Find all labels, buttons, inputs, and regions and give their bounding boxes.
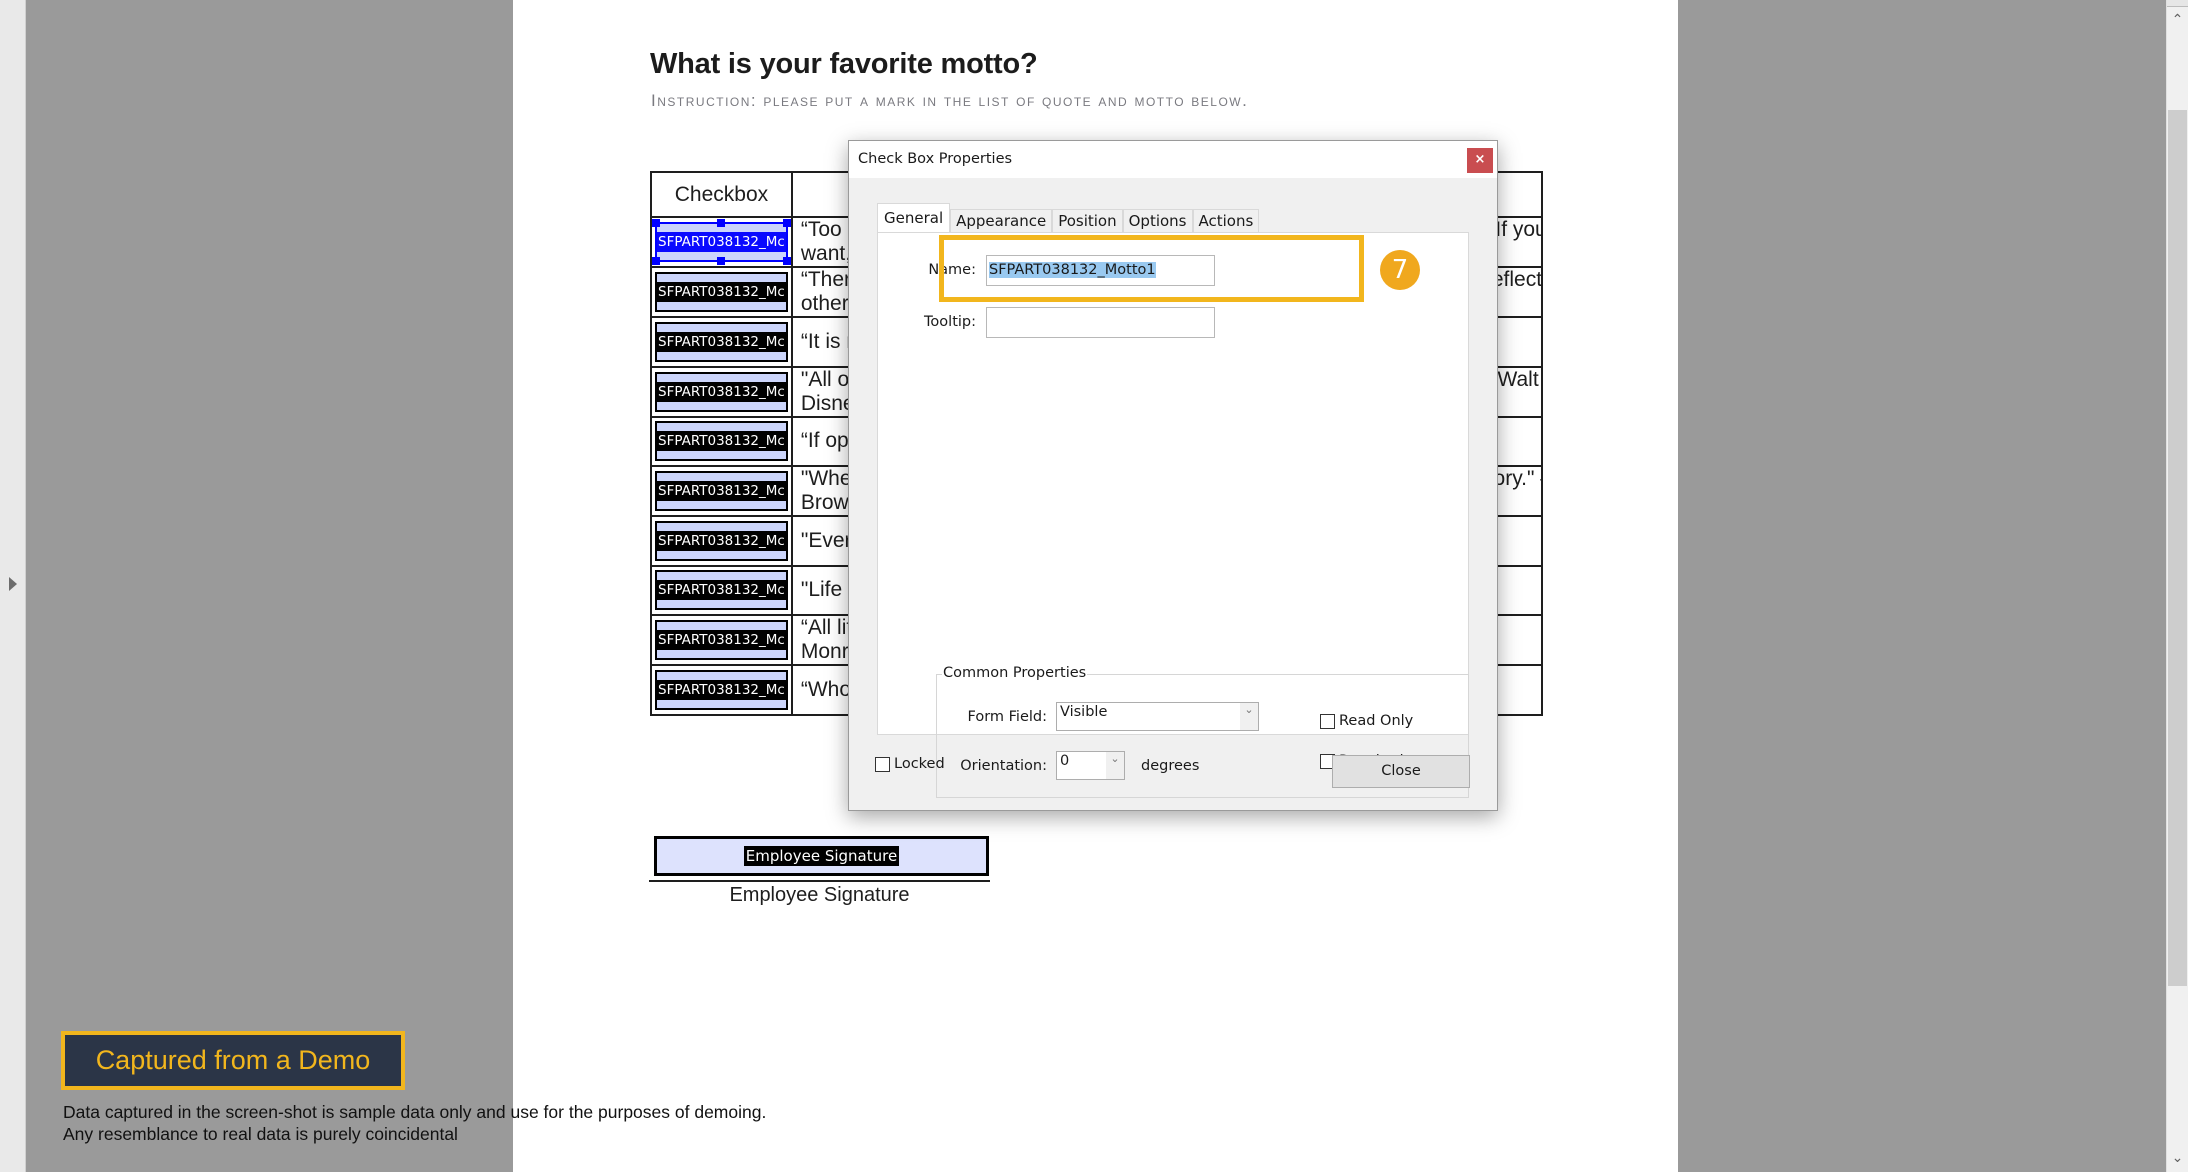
page-heading: What is your favorite motto? bbox=[650, 48, 1038, 80]
header-checkbox: Checkbox bbox=[650, 171, 793, 218]
close-icon[interactable]: × bbox=[1467, 148, 1493, 173]
tab-actions[interactable]: Actions bbox=[1192, 209, 1260, 233]
checkbox-form-field[interactable]: SFPART038132_Mc bbox=[655, 520, 788, 561]
disclaimer-line-1: Data captured in the screen-shot is samp… bbox=[63, 1102, 767, 1122]
form-field-value: Visible bbox=[1060, 704, 1108, 720]
form-field-select[interactable]: Visible ⌄ bbox=[1056, 702, 1259, 731]
tab-position[interactable]: Position bbox=[1052, 209, 1123, 233]
step-highlight-box bbox=[939, 235, 1364, 302]
checkbox-form-field[interactable]: SFPART038132_Mc bbox=[655, 471, 788, 511]
demo-disclaimer: Data captured in the screen-shot is samp… bbox=[63, 1101, 766, 1145]
scrollbar-cap bbox=[2167, 0, 2188, 7]
general-tab-panel: Name: SFPART038132_Motto1 Tooltip: Commo… bbox=[877, 232, 1469, 798]
signature-field-label: Employee Signature bbox=[743, 846, 900, 866]
left-panel-strip bbox=[0, 0, 26, 1172]
chevron-down-icon[interactable]: ⌄ bbox=[2167, 1146, 2188, 1168]
resize-handle[interactable] bbox=[782, 257, 791, 265]
dialog-title: Check Box Properties bbox=[858, 151, 1013, 167]
chevron-down-icon: ⌄ bbox=[1106, 752, 1124, 779]
checkbox-form-field[interactable]: SFPART038132_Mc bbox=[655, 421, 788, 462]
locked-label: Locked bbox=[894, 756, 945, 772]
resize-handle[interactable] bbox=[782, 219, 791, 227]
resize-handle[interactable] bbox=[717, 219, 726, 227]
signature-caption: Employee Signature bbox=[729, 884, 910, 906]
dialog-titlebar[interactable]: Check Box Properties × bbox=[849, 141, 1497, 178]
checkbox-cell: SFPART038132_Mc bbox=[650, 515, 793, 567]
resize-handle[interactable] bbox=[717, 257, 726, 265]
resize-handle[interactable] bbox=[652, 219, 660, 227]
checkbox-form-field[interactable]: SFPART038132_Mc bbox=[655, 321, 788, 362]
form-field-name: SFPART038132_Mc bbox=[657, 679, 786, 700]
orientation-label: Orientation: bbox=[960, 758, 1047, 774]
step-number-badge: 7 bbox=[1380, 250, 1420, 290]
checkbox-cell: SFPART038132_Mc bbox=[650, 266, 793, 318]
checkbox-cell: SFPART038132_Mc bbox=[650, 465, 793, 517]
checkbox-cell: SFPART038132_Mc bbox=[650, 316, 793, 368]
checkbox-form-field[interactable]: SFPART038132_Mc bbox=[652, 219, 791, 265]
orientation-value: 0 bbox=[1060, 753, 1070, 769]
read-only-checkbox[interactable]: Read Only bbox=[1320, 713, 1413, 729]
checkbox-form-field[interactable]: SFPART038132_Mc bbox=[655, 669, 788, 710]
orientation-select[interactable]: 0 ⌄ bbox=[1056, 751, 1125, 780]
form-field-name: SFPART038132_Mc bbox=[657, 431, 786, 452]
vertical-scrollbar[interactable]: ⌃ ⌄ bbox=[2166, 0, 2188, 1172]
checkbox-form-field[interactable]: SFPART038132_Mc bbox=[655, 272, 788, 312]
employee-signature-field[interactable]: Employee Signature bbox=[654, 836, 989, 876]
signature-line bbox=[649, 880, 990, 882]
checkbox-cell: SFPART038132_Mc bbox=[650, 614, 793, 666]
checkbox-form-field[interactable]: SFPART038132_Mc bbox=[655, 371, 788, 412]
common-properties-title: Common Properties bbox=[942, 665, 1088, 681]
chevron-up-icon[interactable]: ⌃ bbox=[2167, 8, 2188, 30]
form-field-name: SFPART038132_Mc bbox=[657, 282, 786, 302]
close-button[interactable]: Close bbox=[1332, 755, 1470, 788]
disclaimer-line-2: Any resemblance to real data is purely c… bbox=[63, 1124, 458, 1144]
form-field-name: SFPART038132_Mc bbox=[657, 232, 786, 252]
checkbox-form-field[interactable]: SFPART038132_Mc bbox=[655, 570, 788, 611]
form-field-name: SFPART038132_Mc bbox=[657, 381, 786, 402]
checkbox-cell: SFPART038132_Mc bbox=[650, 365, 793, 418]
locked-checkbox[interactable]: Locked bbox=[875, 756, 945, 772]
form-field-name: SFPART038132_Mc bbox=[657, 481, 786, 501]
dialog-tabs: General Appearance Position Options Acti… bbox=[877, 203, 1260, 233]
tab-options[interactable]: Options bbox=[1122, 209, 1193, 233]
tooltip-input[interactable] bbox=[986, 307, 1215, 338]
form-field-name: SFPART038132_Mc bbox=[657, 530, 786, 551]
form-field-name: SFPART038132_Mc bbox=[657, 630, 786, 650]
form-field-label: Form Field: bbox=[967, 709, 1048, 725]
checkbox-cell: SFPART038132_Mc bbox=[650, 216, 793, 268]
captured-from-demo-badge: Captured from a Demo bbox=[61, 1031, 405, 1090]
chevron-down-icon: ⌄ bbox=[1240, 703, 1258, 730]
degrees-label: degrees bbox=[1141, 758, 1200, 774]
checkbox-form-field[interactable]: SFPART038132_Mc bbox=[655, 620, 788, 660]
form-field-name: SFPART038132_Mc bbox=[657, 331, 786, 352]
read-only-label: Read Only bbox=[1339, 713, 1414, 729]
tab-general[interactable]: General bbox=[877, 203, 951, 233]
locked-box[interactable] bbox=[875, 756, 890, 772]
page-instruction: Instruction: please put a mark in the li… bbox=[651, 91, 1249, 110]
form-field-name: SFPART038132_Mc bbox=[657, 580, 786, 601]
tab-appearance[interactable]: Appearance bbox=[950, 209, 1053, 233]
read-only-box[interactable] bbox=[1320, 713, 1335, 729]
checkbox-cell: SFPART038132_Mc bbox=[650, 564, 793, 616]
checkbox-cell: SFPART038132_Mc bbox=[650, 664, 793, 716]
tooltip-label: Tooltip: bbox=[924, 314, 976, 330]
scrollbar-thumb[interactable] bbox=[2168, 110, 2187, 986]
resize-handle[interactable] bbox=[652, 257, 660, 265]
expand-panel-arrow-icon[interactable] bbox=[9, 577, 17, 591]
checkbox-cell: SFPART038132_Mc bbox=[650, 415, 793, 467]
